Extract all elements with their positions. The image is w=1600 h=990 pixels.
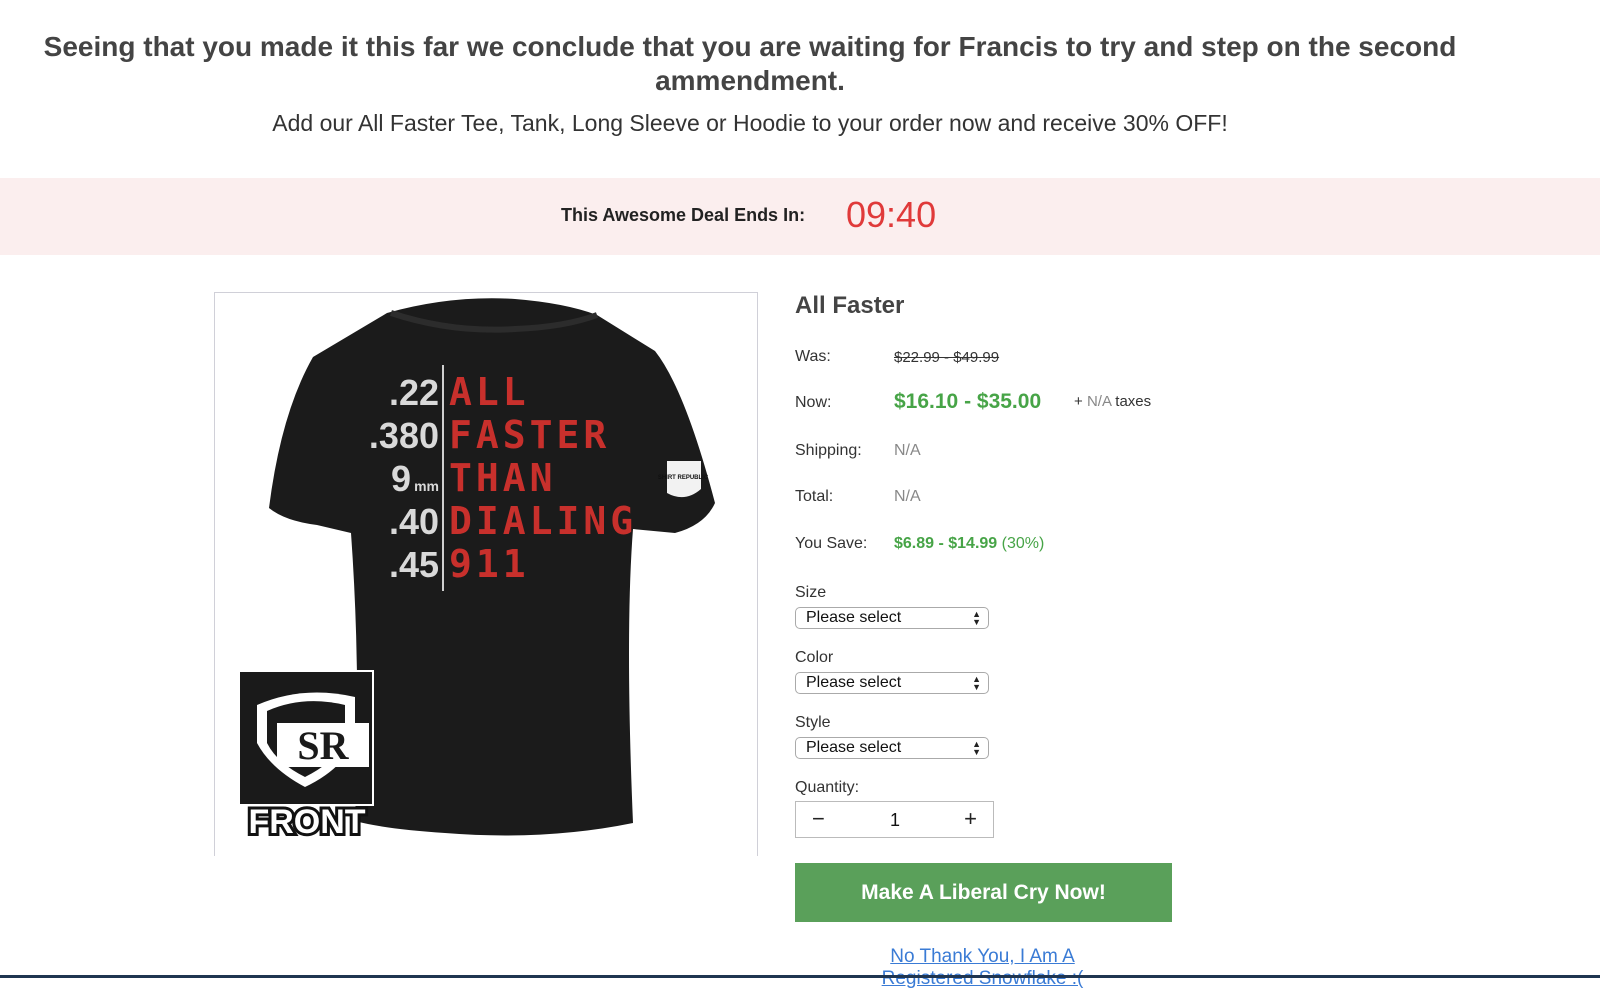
taxes-note: + N/A taxes <box>1074 393 1152 410</box>
decline-offer-link[interactable]: No Thank You, I Am A Registered Snowflak… <box>870 946 1095 990</box>
brand-logo-icon: SR <box>238 670 374 806</box>
deal-countdown-bar: This Awesome Deal Ends In: 09:40 <box>0 178 1600 255</box>
product-title: All Faster <box>795 292 905 319</box>
caliber-22: .22 <box>389 372 439 413</box>
caliber-mm: mm <box>414 478 439 494</box>
upsell-subheadline: Add our All Faster Tee, Tank, Long Sleev… <box>272 110 1228 136</box>
countdown-timer: 09:40 <box>846 194 937 235</box>
caliber-9: 9 <box>391 458 411 499</box>
upsell-headline: Seeing that you made it this far we conc… <box>43 31 1457 96</box>
shirt-word-dialing: DIALING <box>449 499 637 543</box>
now-label: Now: <box>795 394 832 411</box>
quantity-decrease-button[interactable]: − <box>812 806 825 832</box>
color-select[interactable]: Please select ▲ ▼ <box>795 672 989 694</box>
shirt-word-all: ALL <box>449 370 530 414</box>
deal-label: This Awesome Deal Ends In: <box>561 205 806 225</box>
you-save-value: $6.89 - $14.99 (30%) <box>894 535 1045 552</box>
now-price: $16.10 - $35.00 <box>894 390 1042 413</box>
caliber-45: .45 <box>389 544 439 585</box>
select-arrows-icon: ▲ ▼ <box>972 609 981 627</box>
front-badge-text: FRONT <box>248 803 365 841</box>
shipping-label: Shipping: <box>795 442 862 459</box>
size-label: Size <box>795 584 827 601</box>
svg-text:SHIRT REPUBLIC: SHIRT REPUBLIC <box>658 475 709 481</box>
quantity-increase-button[interactable]: + <box>964 806 977 832</box>
color-label: Color <box>795 649 834 666</box>
total-value: N/A <box>894 488 921 505</box>
size-select[interactable]: Please select ▲ ▼ <box>795 607 989 629</box>
total-label: Total: <box>795 488 834 505</box>
shirt-word-911: 911 <box>449 542 530 586</box>
quantity-label: Quantity: <box>795 779 860 796</box>
quantity-stepper: − 1 + <box>795 801 994 838</box>
was-label: Was: <box>795 348 831 365</box>
shipping-value: N/A <box>894 442 921 459</box>
style-select[interactable]: Please select ▲ ▼ <box>795 737 989 759</box>
shirt-word-faster: FASTER <box>449 413 610 457</box>
add-to-order-button[interactable]: Make A Liberal Cry Now! <box>795 863 1172 922</box>
style-label: Style <box>795 714 831 731</box>
select-arrows-icon: ▲ ▼ <box>972 674 981 692</box>
you-save-label: You Save: <box>795 535 868 552</box>
shirt-word-than: THAN <box>449 456 557 500</box>
caliber-380: .380 <box>369 415 439 456</box>
caliber-40: .40 <box>389 501 439 542</box>
select-arrows-icon: ▲ ▼ <box>972 739 981 757</box>
quantity-input[interactable]: 1 <box>880 810 910 831</box>
product-image: .22 .380 9 mm .40 .45 ALL FASTER THAN DI… <box>214 292 758 856</box>
logo-text: SR <box>297 723 349 768</box>
was-price: $22.99 - $49.99 <box>894 349 1000 366</box>
